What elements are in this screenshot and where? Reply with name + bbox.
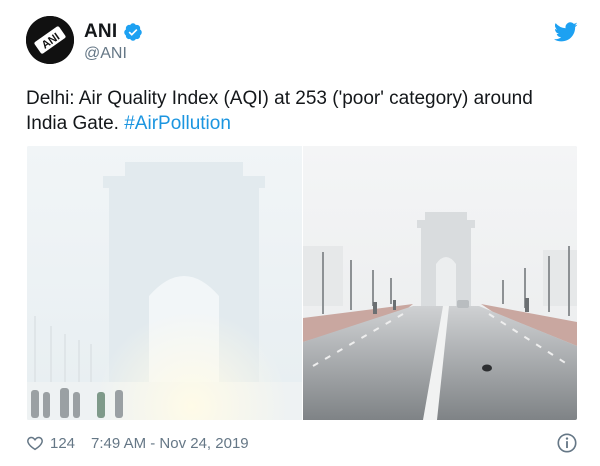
like-count[interactable]: 124 [50, 435, 75, 452]
avatar[interactable]: ANI [26, 16, 74, 64]
info-icon[interactable] [556, 432, 578, 454]
author-handle[interactable]: @ANI [84, 45, 127, 63]
verified-badge-icon [124, 23, 143, 41]
author-name-row[interactable]: ANI [84, 20, 143, 44]
hashtag-link[interactable]: #AirPollution [124, 113, 231, 134]
heart-icon[interactable] [26, 434, 44, 452]
tweet-footer: 124 7:49 AM - Nov 24, 2019 [26, 432, 249, 454]
rajpath-india-gate-photo[interactable] [303, 146, 577, 420]
tweet-text: Delhi: Air Quality Index (AQI) at 253 ('… [26, 86, 566, 136]
display-name[interactable]: ANI [84, 21, 117, 43]
timestamp[interactable]: 7:49 AM - Nov 24, 2019 [91, 435, 249, 452]
media-grid [27, 146, 577, 420]
twitter-bird-icon[interactable] [554, 20, 578, 44]
smoggy-india-gate-photo[interactable] [27, 146, 302, 420]
ani-logo: ANI [26, 16, 74, 64]
tweet-body: Delhi: Air Quality Index (AQI) at 253 ('… [26, 88, 533, 134]
tweet-card: ANI ANI @ANI Delhi: Air Quality Index (A… [0, 0, 600, 466]
